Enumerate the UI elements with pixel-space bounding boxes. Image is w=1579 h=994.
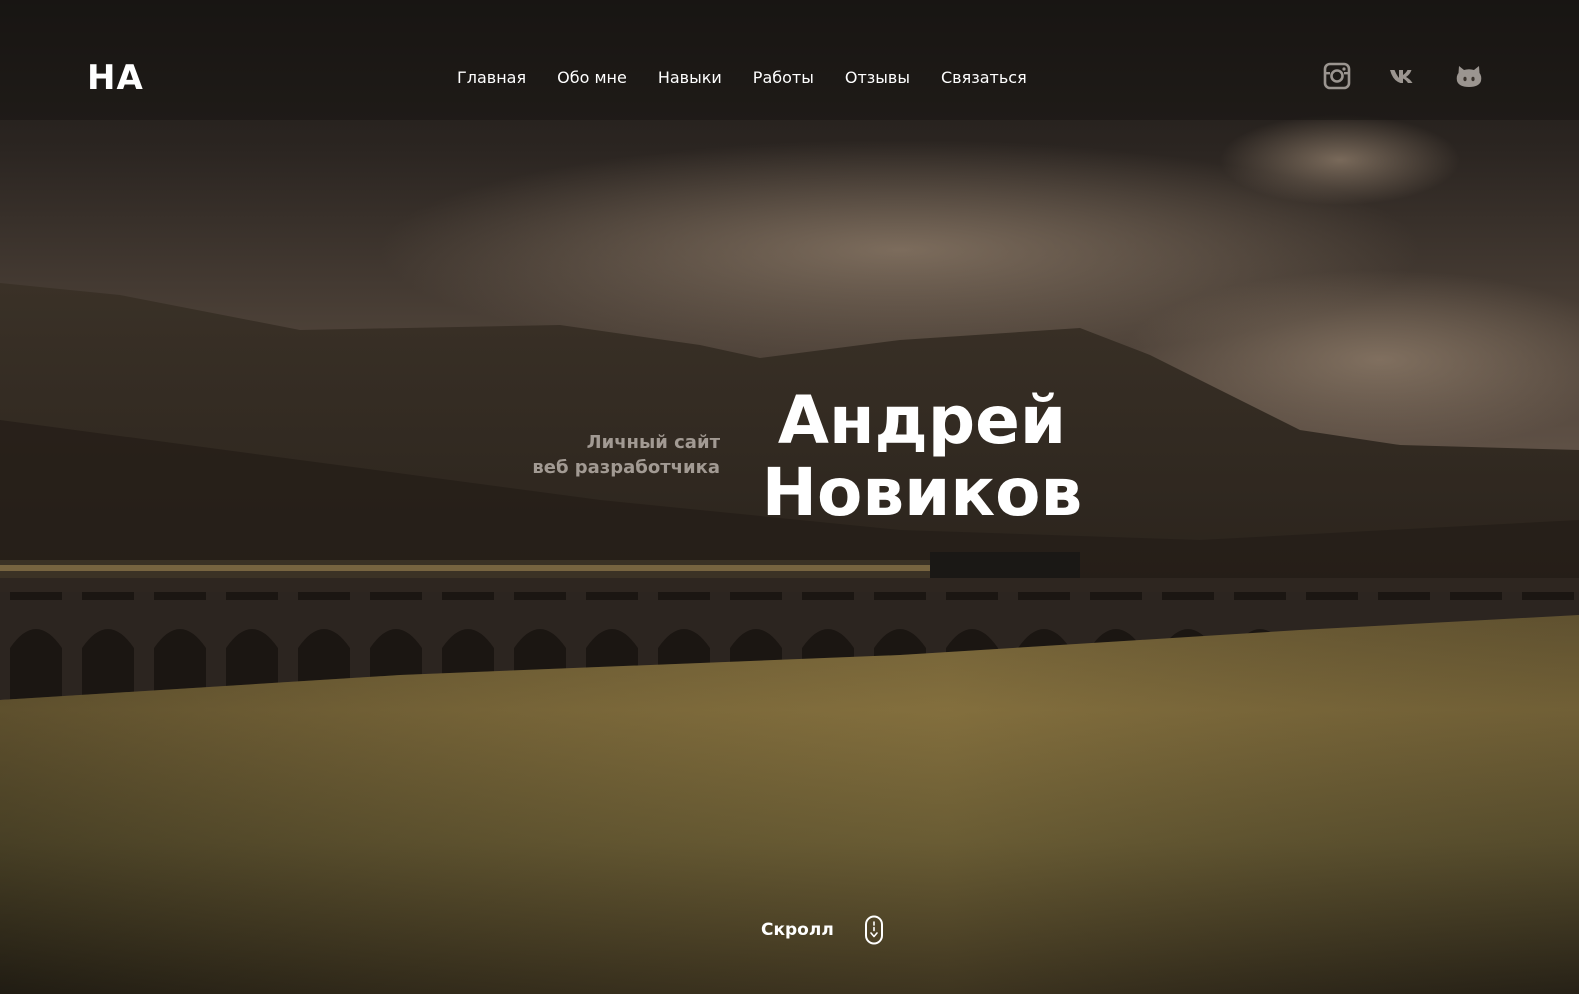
vk-icon[interactable] — [1389, 62, 1417, 90]
hero-last-name: Новиков — [761, 454, 1083, 531]
hero-first-name: Андрей — [777, 382, 1067, 459]
main-nav: Главная Обо мне Навыки Работы Отзывы Свя… — [457, 66, 1058, 90]
hero-subtitle-line-2: веб разработчика — [532, 457, 720, 478]
site-logo[interactable]: НА — [87, 56, 144, 100]
hero-name: Андрей Новиков — [742, 385, 1102, 529]
hero-subtitle: Личный сайт веб разработчика — [520, 430, 720, 480]
nav-item-reviews[interactable]: Отзывы — [845, 66, 910, 90]
github-icon[interactable] — [1455, 62, 1483, 90]
scroll-down-button[interactable]: Скролл — [761, 914, 884, 946]
nav-item-skills[interactable]: Навыки — [658, 66, 722, 90]
site-header: НА Главная Обо мне Навыки Работы Отзывы … — [0, 0, 1579, 160]
social-links — [1323, 62, 1483, 90]
mouse-scroll-icon — [864, 915, 883, 945]
nav-item-home[interactable]: Главная — [457, 66, 526, 90]
nav-item-works[interactable]: Работы — [753, 66, 814, 90]
hero-subtitle-line-1: Личный сайт — [586, 432, 720, 453]
hero-section: НА Главная Обо мне Навыки Работы Отзывы … — [0, 0, 1579, 994]
nav-item-about[interactable]: Обо мне — [557, 66, 627, 90]
nav-item-contact[interactable]: Связаться — [941, 66, 1027, 90]
instagram-icon[interactable] — [1323, 62, 1351, 90]
scroll-label: Скролл — [761, 920, 834, 940]
